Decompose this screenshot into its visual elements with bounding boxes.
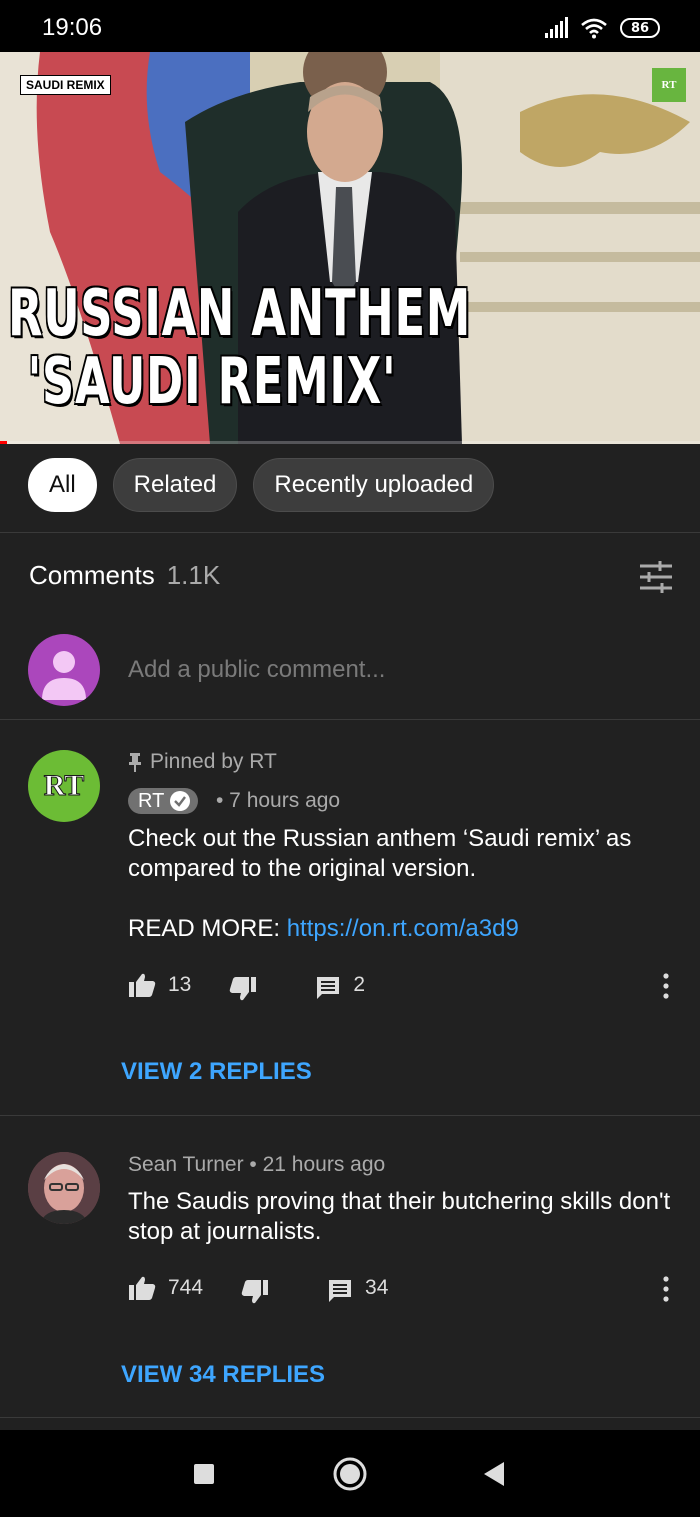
divider (0, 1417, 700, 1418)
video-title-line-1: RUSSIAN ANTHEM (8, 277, 472, 351)
comment-read-more: READ MORE: https://on.rt.com/a3d9 (128, 914, 673, 944)
comment-icon (317, 977, 340, 999)
comment-text: Check out the Russian anthem ‘Saudi remi… (128, 825, 632, 882)
verified-check-icon (170, 791, 191, 811)
back-button[interactable] (476, 1454, 516, 1494)
view-replies-button[interactable]: VIEW 34 REPLIES (121, 1361, 325, 1389)
signal-icon (545, 17, 568, 38)
add-comment-input[interactable]: Add a public comment... (128, 656, 385, 684)
pinned-label: Pinned by RT (128, 750, 277, 774)
reply-button[interactable]: 34 (327, 1272, 388, 1304)
comments-count: 1.1K (166, 560, 221, 590)
video-progress-bar[interactable] (0, 441, 700, 444)
dislike-button[interactable] (241, 1271, 269, 1305)
chip-recently-uploaded[interactable]: Recently uploaded (253, 458, 495, 512)
like-count: 13 (168, 973, 192, 996)
user-photo (28, 1152, 100, 1224)
like-count: 744 (168, 1276, 204, 1299)
my-avatar (28, 634, 100, 706)
comment-author-meta: Sean Turner • 21 hours ago (128, 1153, 386, 1176)
comments-title: Comments (29, 560, 155, 590)
like-button[interactable]: 13 (128, 972, 191, 998)
system-nav-bar (0, 1430, 700, 1517)
user-avatar[interactable] (28, 1152, 100, 1224)
comment-link[interactable]: https://on.rt.com/a3d9 (287, 915, 519, 942)
video-player[interactable]: SAUDI REMIX RT RUSSIAN ANTHEM 'SAUDI REM… (0, 52, 700, 444)
status-bar: 19:06 86 (0, 0, 700, 52)
divider (0, 1115, 700, 1116)
divider (0, 719, 700, 720)
divider (0, 532, 700, 533)
thumbs-up-icon (129, 1276, 156, 1300)
battery-icon: 86 (620, 18, 660, 38)
thumbs-down-icon (241, 1280, 269, 1304)
comment-actions: 13 2 (128, 968, 365, 1002)
more-options-icon[interactable] (660, 971, 672, 1001)
author-name: RT (138, 789, 165, 812)
pin-icon (129, 753, 141, 772)
video-progress-fill (0, 441, 7, 444)
chip-all[interactable]: All (28, 458, 97, 512)
reply-count: 34 (365, 1276, 389, 1299)
comment-icon (329, 1280, 352, 1302)
rt-avatar-text: RT (43, 769, 85, 803)
like-button[interactable]: 744 (128, 1275, 203, 1301)
thumbs-down-icon (230, 977, 257, 1001)
video-title-line-2: 'SAUDI REMIX' (27, 345, 397, 419)
comments-header: Comments 1.1K (29, 560, 220, 591)
filter-chips: All Related Recently uploaded (28, 458, 495, 512)
reply-count: 2 (353, 973, 366, 996)
home-button[interactable] (330, 1454, 370, 1494)
comment-actions: 744 34 (128, 1271, 388, 1305)
reply-button[interactable]: 2 (315, 969, 365, 1001)
dislike-button[interactable] (229, 968, 257, 1002)
read-more-label: READ MORE: (128, 915, 287, 942)
recents-button[interactable] (184, 1454, 224, 1494)
thumbs-up-icon (129, 973, 156, 997)
comment-text: The Saudis proving that their butchering… (128, 1188, 671, 1245)
view-replies-button[interactable]: VIEW 2 REPLIES (121, 1058, 312, 1086)
more-options-icon[interactable] (660, 1274, 672, 1304)
rt-avatar[interactable]: RT (28, 750, 100, 822)
status-icons: 86 (545, 16, 660, 40)
video-title-overlay: RUSSIAN ANTHEM 'SAUDI REMIX' (8, 280, 471, 416)
sort-comments-icon[interactable] (638, 560, 674, 594)
person-icon (42, 651, 86, 700)
status-time: 19:06 (42, 14, 103, 41)
rt-logo: RT (652, 68, 686, 102)
chip-related[interactable]: Related (112, 458, 238, 512)
video-overlay-tag: SAUDI REMIX (20, 75, 111, 95)
author-chip[interactable]: RT (128, 788, 199, 814)
wifi-icon (581, 18, 607, 39)
pinned-text: Pinned by RT (150, 750, 277, 773)
comment-time: • 7 hours ago (216, 789, 341, 812)
